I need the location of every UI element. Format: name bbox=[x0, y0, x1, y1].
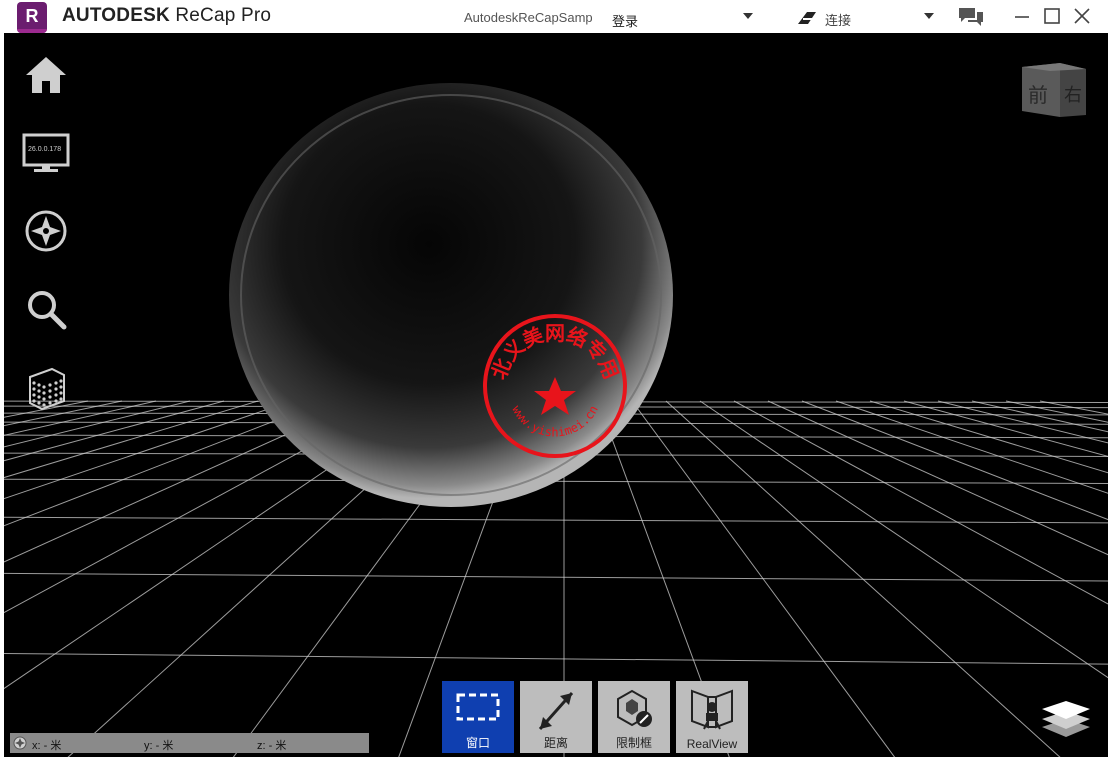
recap-logo: R bbox=[17, 2, 47, 33]
maximize-button[interactable] bbox=[1040, 4, 1064, 28]
realview-icon bbox=[691, 689, 733, 730]
3d-viewport[interactable]: 26.0.0.178 前 右 北义美网络专用 www.yishimei.cn 窗… bbox=[4, 33, 1108, 757]
connect-button[interactable]: 连接 bbox=[825, 10, 851, 29]
window-select-label: 窗口 bbox=[465, 736, 490, 750]
point-cloud-grid-icon[interactable] bbox=[22, 363, 70, 411]
stamp-top-text: 淮北义美网络专用章 bbox=[470, 292, 624, 383]
layers-icon[interactable] bbox=[1038, 697, 1094, 739]
svg-text:淮北义美网络专用章: 淮北义美网络专用章 bbox=[480, 311, 624, 383]
window-select-button[interactable]: 窗口 bbox=[442, 681, 514, 753]
minimize-button[interactable] bbox=[1010, 4, 1034, 28]
z-coordinate: z: - 米 bbox=[257, 740, 287, 752]
watermark-stamp: 淮北义美网络专用章 www.yishimei.cn bbox=[470, 292, 630, 461]
autodesk-connect-icon[interactable] bbox=[797, 9, 817, 25]
version-label: 26.0.0.178 bbox=[28, 146, 62, 153]
app-brand: AUTODESK bbox=[62, 5, 170, 26]
login-dropdown-icon[interactable] bbox=[743, 13, 753, 19]
project-file-name: AutodeskReCapSample bbox=[464, 10, 592, 25]
title-bar: R AUTODESK ReCap Pro AutodeskReCapSample… bbox=[0, 0, 1112, 33]
search-icon[interactable] bbox=[22, 285, 70, 333]
connect-dropdown-icon[interactable] bbox=[924, 13, 934, 19]
realview-label: RealView bbox=[686, 737, 738, 751]
limit-box-label: 限制框 bbox=[615, 736, 652, 750]
distance-measure-label: 距离 bbox=[543, 736, 568, 750]
close-button[interactable] bbox=[1070, 4, 1094, 28]
monitor-icon[interactable]: 26.0.0.178 bbox=[22, 129, 70, 177]
realview-button[interactable]: RealView bbox=[676, 681, 748, 753]
view-cube-front-label[interactable]: 前 bbox=[1028, 79, 1048, 108]
app-title: AUTODESK ReCap Pro bbox=[62, 5, 271, 27]
limit-box-button[interactable]: 限制框 bbox=[598, 681, 670, 753]
login-button[interactable]: 登录 bbox=[612, 11, 638, 30]
stamp-bottom-text: www.yishimei.cn bbox=[509, 403, 601, 439]
navigation-compass-icon[interactable] bbox=[22, 207, 70, 255]
view-cube[interactable]: 前 右 bbox=[1020, 61, 1088, 121]
view-cube-right-label[interactable]: 右 bbox=[1064, 81, 1082, 107]
y-coordinate: y: - 米 bbox=[144, 740, 174, 752]
distance-measure-button[interactable]: 距离 bbox=[520, 681, 592, 753]
chat-icon[interactable] bbox=[957, 6, 985, 28]
monitor-outline-icon bbox=[22, 133, 70, 172]
svg-text:www.yishimei.cn: www.yishimei.cn bbox=[509, 403, 601, 439]
limit-box-icon bbox=[617, 689, 652, 727]
distance-measure-icon bbox=[538, 692, 574, 730]
coordinate-readout: x: - 米 y: - 米 z: - 米 bbox=[10, 733, 369, 753]
home-icon[interactable] bbox=[22, 51, 70, 99]
stamp-seal-icon: 淮北义美网络专用章 www.yishimei.cn bbox=[470, 292, 627, 458]
app-product: ReCap Pro bbox=[175, 5, 272, 26]
snap-target-icon[interactable] bbox=[13, 736, 27, 750]
x-coordinate: x: - 米 bbox=[32, 740, 62, 752]
window-select-icon bbox=[456, 693, 500, 721]
